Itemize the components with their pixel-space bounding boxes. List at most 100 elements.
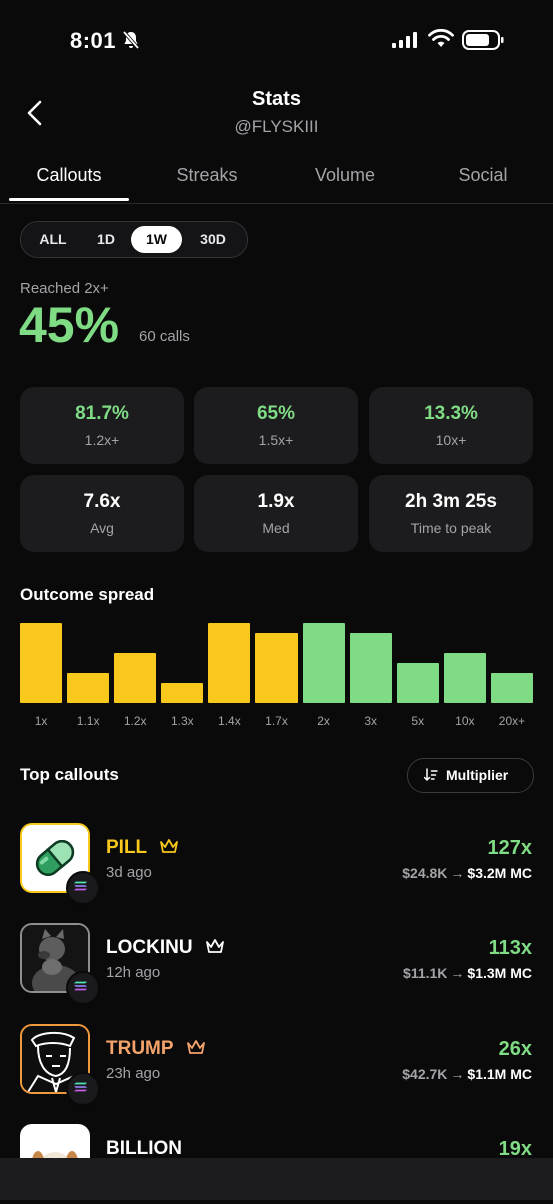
- crown-icon: [205, 939, 224, 953]
- chart-tick-label: 1.3x: [170, 714, 194, 728]
- time-ago: 3d ago: [106, 864, 152, 881]
- tab-streaks[interactable]: Streaks: [147, 165, 267, 186]
- tab-social[interactable]: Social: [423, 165, 543, 186]
- arrow-right-icon: →: [450, 865, 465, 881]
- filter-1w[interactable]: 1W: [131, 226, 182, 253]
- token-name-text: PILL: [106, 837, 147, 858]
- multiplier-value: 113x: [488, 937, 532, 959]
- solana-badge-icon: [66, 1072, 100, 1106]
- chart-tick-label: 1.4x: [218, 714, 241, 728]
- time-ago: 23h ago: [106, 1065, 161, 1082]
- chart-bar: [443, 653, 486, 703]
- mc-to: $1.3M MC: [467, 965, 532, 981]
- callout-row[interactable]: TRUMP 23h ago 26x $42.7K → $1.1M MC: [0, 1024, 553, 1106]
- chart-tick-label: 10x: [455, 714, 475, 728]
- stat-label: Time to peak: [410, 520, 492, 536]
- stat-label: 10x+: [435, 432, 467, 448]
- filter-1d[interactable]: 1D: [83, 226, 129, 253]
- chart-tick-label: 1.1x: [76, 714, 100, 728]
- chart-bar: [114, 653, 157, 703]
- stat-value: 2h 3m 25s: [405, 491, 497, 512]
- chart-bar: [255, 633, 298, 703]
- chart-bar: [20, 623, 63, 703]
- crown-icon: [160, 839, 179, 853]
- tab-bar: Callouts Streaks Volume Social: [0, 155, 553, 204]
- market-cap-change: $24.8K → $3.2M MC: [402, 865, 532, 881]
- bell-muted-icon: [122, 30, 140, 50]
- token-name: LOCKINU: [106, 937, 225, 959]
- token-name: TRUMP: [106, 1038, 206, 1060]
- token-name-text: LOCKINU: [106, 937, 193, 958]
- tab-volume[interactable]: Volume: [285, 165, 405, 186]
- mc-to: $3.2M MC: [467, 865, 532, 881]
- chart-tick-label: 20x+: [498, 714, 526, 728]
- calls-count: 60 calls: [139, 328, 190, 345]
- stat-value: 81.7%: [75, 403, 129, 424]
- stat-value: 65%: [256, 403, 296, 424]
- top-callouts-title: Top callouts: [20, 765, 119, 784]
- solana-badge-icon: [66, 871, 100, 905]
- stat-card: 1.9x Med: [194, 475, 358, 552]
- chart-bar: [161, 683, 204, 703]
- chart-bar: [349, 633, 392, 703]
- stat-label: Med: [262, 520, 290, 536]
- outcome-spread-title: Outcome spread: [20, 585, 155, 604]
- mc-from: $11.1K: [403, 965, 448, 981]
- stat-label: 1.2x+: [84, 432, 120, 448]
- stat-card: 2h 3m 25s Time to peak: [369, 475, 533, 552]
- stat-card: 7.6x Avg: [20, 475, 184, 552]
- token-name-text: BILLION: [106, 1138, 182, 1159]
- chart-bar: [490, 673, 533, 703]
- sort-label: Multiplier: [446, 767, 509, 783]
- active-tab-indicator: [9, 198, 129, 201]
- stat-value: 1.9x: [257, 491, 295, 512]
- chart-bar: [208, 623, 251, 703]
- page-title: Stats: [252, 88, 301, 110]
- stat-card: 13.3% 10x+: [369, 387, 533, 464]
- status-bar: 8:01: [0, 0, 553, 80]
- token-name-text: TRUMP: [106, 1038, 174, 1059]
- tab-callouts[interactable]: Callouts: [9, 165, 129, 186]
- callout-row[interactable]: LOCKINU 12h ago 113x $11.1K → $1.3M MC: [0, 923, 553, 1005]
- status-time: 8:01: [70, 28, 117, 53]
- sort-multiplier-button[interactable]: Multiplier: [407, 758, 534, 793]
- reached-label: Reached 2x+: [20, 280, 109, 297]
- chart-tick-label: 1.2x: [123, 714, 147, 728]
- chart-tick-label: 1.7x: [265, 714, 288, 728]
- outcome-spread-chart: 1x 1.1x 1.2x 1.3x 1.4x 1.7x 2x 3x 5x 10x 20x+: [20, 618, 533, 728]
- battery-icon: [462, 30, 504, 50]
- arrow-right-icon: →: [450, 1066, 465, 1082]
- stat-value: 7.6x: [83, 491, 121, 512]
- arrow-right-icon: →: [450, 965, 465, 981]
- chart-tick-label: 5x: [411, 714, 425, 728]
- chart-bar: [396, 663, 439, 703]
- multiplier-value: 127x: [487, 837, 533, 859]
- chart-tick-label: 3x: [364, 714, 377, 728]
- filter-all[interactable]: ALL: [29, 226, 77, 253]
- wifi-icon: [428, 29, 454, 47]
- chart-tick-label: 2x: [317, 714, 330, 728]
- cellular-signal-icon: [392, 32, 417, 48]
- market-cap-change: $42.7K → $1.1M MC: [402, 1066, 532, 1082]
- stat-value: 13.3%: [424, 403, 478, 424]
- chart-tick-label: 1x: [34, 714, 48, 728]
- token-name: BILLION: [106, 1138, 182, 1160]
- user-handle: @FLYSKIII: [234, 117, 319, 136]
- token-name: PILL: [106, 837, 179, 859]
- multiplier-value: 26x: [498, 1038, 532, 1060]
- mc-from: $42.7K: [402, 1066, 448, 1082]
- market-cap-change: $11.1K → $1.3M MC: [403, 965, 532, 981]
- sort-icon: [424, 768, 438, 781]
- callout-row[interactable]: PILL 3d ago 127x $24.8K → $3.2M MC: [0, 823, 553, 905]
- stat-card: 65% 1.5x+: [194, 387, 358, 464]
- stat-label: Avg: [90, 520, 114, 536]
- time-filter: ALL 1D 1W 30D: [20, 221, 248, 258]
- solana-badge-icon: [66, 971, 100, 1005]
- stat-card: 81.7% 1.2x+: [20, 387, 184, 464]
- filter-30d[interactable]: 30D: [187, 226, 239, 253]
- bottom-bar: [0, 1158, 553, 1200]
- reached-percentage: 45%: [19, 297, 120, 353]
- time-ago: 12h ago: [106, 964, 161, 981]
- chart-bar: [67, 673, 110, 703]
- mc-from: $24.8K: [402, 865, 448, 881]
